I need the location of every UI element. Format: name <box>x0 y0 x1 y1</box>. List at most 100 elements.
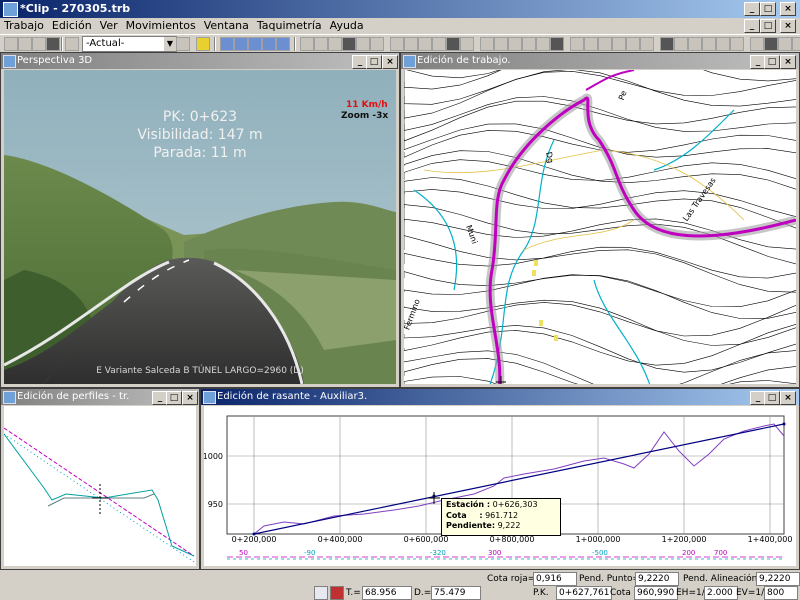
mdi-restore-button[interactable]: □ <box>760 19 776 33</box>
open-folder-icon[interactable] <box>18 37 32 51</box>
road-alignment-north <box>585 70 635 91</box>
work-maximize-button[interactable]: □ <box>764 55 780 69</box>
menu-movimientos[interactable]: Movimientos <box>122 18 200 33</box>
tip-icon[interactable] <box>196 37 210 51</box>
grade-view-icon[interactable] <box>262 37 276 51</box>
menu-trabajo[interactable]: Trabajo <box>0 18 48 33</box>
profiles-edit-window[interactable]: Edición de perfiles - tr. _ □ × <box>0 388 200 570</box>
tool-extend-icon[interactable] <box>792 37 800 51</box>
work-close-button[interactable]: × <box>780 55 796 69</box>
layer-save-icon[interactable] <box>176 37 190 51</box>
menu-ventana[interactable]: Ventana <box>200 18 253 33</box>
chevron-down-icon[interactable]: ▼ <box>164 37 176 51</box>
longitudinal-profile-canvas[interactable]: 0+200,000 0+400,000 0+600,000 0+800,000 1+00… <box>204 406 796 566</box>
tool-mirror-icon[interactable] <box>494 37 508 51</box>
tool-copy-icon[interactable] <box>716 37 730 51</box>
topographic-map[interactable] <box>404 70 796 384</box>
save-icon[interactable] <box>46 37 60 51</box>
contour-line <box>404 299 796 346</box>
new-file-icon[interactable] <box>4 37 18 51</box>
tool-fillet-icon[interactable] <box>570 37 584 51</box>
plan-view-icon[interactable] <box>220 37 234 51</box>
tool-extend-icon[interactable] <box>550 37 564 51</box>
tool-fill-icon[interactable] <box>370 37 384 51</box>
tool-extend-icon[interactable] <box>314 37 328 51</box>
tool-copy-icon[interactable] <box>480 37 494 51</box>
profiles-close-button[interactable]: × <box>182 391 198 405</box>
horizontal-scale-field: 2.000 <box>704 586 738 600</box>
contour-line <box>404 376 498 384</box>
perspective-3d-window[interactable]: Perspectiva 3D _ □ × PK: 0+623 Visibilid… <box>0 52 400 388</box>
tool-explode-icon[interactable] <box>640 37 654 51</box>
plan-view-canvas[interactable]: Pe Dg Muni Las Travesas Fermino <box>404 70 796 384</box>
work-edit-window[interactable]: Edición de trabajo. _ □ × Pe Dg Muni Las… <box>400 52 800 388</box>
layer-combo[interactable]: -Actual- ▼ <box>82 36 177 52</box>
contour-line <box>404 177 796 229</box>
grade-edit-window[interactable]: Edición de rasante - Auxiliar3. _ □ × 0+… <box>200 388 800 570</box>
tool-hatch-icon[interactable] <box>356 37 370 51</box>
tool-scale-icon[interactable] <box>508 37 522 51</box>
menu-ayuda[interactable]: Ayuda <box>326 18 368 33</box>
d-field: 75.479 <box>431 586 481 600</box>
tool-fillet-icon[interactable] <box>328 37 342 51</box>
tool-offset-icon[interactable] <box>584 37 598 51</box>
tool-scale-icon[interactable] <box>750 37 764 51</box>
tool-block-icon[interactable] <box>626 37 640 51</box>
pk-readout: PK: 0+623 <box>162 109 238 125</box>
tool-measure-icon[interactable] <box>674 37 688 51</box>
tool-hatch-icon[interactable] <box>598 37 612 51</box>
cross-section-canvas[interactable] <box>4 406 196 566</box>
layer-combo-value: -Actual- <box>86 38 125 49</box>
tool-move-icon[interactable] <box>460 37 474 51</box>
grade-close-button[interactable]: × <box>780 391 796 405</box>
profiles-maximize-button[interactable]: □ <box>166 391 182 405</box>
work-edit-title: Edición de trabajo. <box>417 55 511 66</box>
perspective-3d-view[interactable]: PK: 0+623 Visibilidad: 147 m Parada: 11 … <box>4 70 396 384</box>
profiles-edit-title-bar: Edición de perfiles - tr. _ □ × <box>1 389 199 405</box>
grade-maximize-button[interactable]: □ <box>764 391 780 405</box>
persp-close-button[interactable]: × <box>382 55 398 69</box>
profile-view-icon[interactable] <box>234 37 248 51</box>
tool-measure-icon[interactable] <box>432 37 446 51</box>
tool-stretch-icon[interactable] <box>764 37 778 51</box>
contour-line <box>404 150 796 190</box>
tool-trim-icon[interactable] <box>778 37 792 51</box>
tool-move-icon[interactable] <box>702 37 716 51</box>
tool-offset-icon[interactable] <box>342 37 356 51</box>
maximize-button[interactable]: □ <box>760 2 776 16</box>
profile-x-tick: 1+400,000 <box>748 535 793 544</box>
tool-rotate-icon[interactable] <box>446 37 460 51</box>
list-icon[interactable] <box>65 37 79 51</box>
tool-fill-icon[interactable] <box>612 37 626 51</box>
download-icon[interactable] <box>32 37 46 51</box>
tool-mirror-icon[interactable] <box>730 37 744 51</box>
menu-edicion[interactable]: Edición <box>48 18 96 33</box>
cross-section-terrain-line <box>4 427 195 557</box>
menu-ver[interactable]: Ver <box>96 18 122 33</box>
horizontal-scale-label: EH=1/ <box>676 588 705 598</box>
close-button[interactable]: × <box>780 2 796 16</box>
tool-snap-icon[interactable] <box>418 37 432 51</box>
profile-parameter-label: -500 <box>592 549 608 557</box>
status-record-icon[interactable] <box>330 586 344 600</box>
tool-trim-icon[interactable] <box>536 37 550 51</box>
menu-taquimetria[interactable]: Taquimetría <box>253 18 326 33</box>
contour-line <box>404 274 796 308</box>
longitudinal-profile-chart[interactable]: 0+200,000 0+400,000 0+600,000 0+800,000 1+00… <box>204 406 796 566</box>
tool-stretch-icon[interactable] <box>522 37 536 51</box>
tool-trim-icon[interactable] <box>300 37 314 51</box>
red-elevation-field: 0,916 <box>533 572 577 586</box>
mdi-minimize-button[interactable]: _ <box>744 19 760 33</box>
profile-parameter-label: -320 <box>430 549 446 557</box>
3d-view-icon[interactable] <box>276 37 290 51</box>
tool-snap-icon[interactable] <box>660 37 674 51</box>
tool-rotate-icon[interactable] <box>688 37 702 51</box>
mdi-close-button[interactable]: × <box>780 19 796 33</box>
tool-block-icon[interactable] <box>390 37 404 51</box>
status-grid-icon[interactable] <box>314 586 328 600</box>
section-view-icon[interactable] <box>248 37 262 51</box>
minimize-button[interactable]: _ <box>744 2 760 16</box>
persp-maximize-button[interactable]: □ <box>366 55 382 69</box>
tool-explode-icon[interactable] <box>404 37 418 51</box>
perspective-3d-title-bar: Perspectiva 3D _ □ × <box>1 53 399 69</box>
